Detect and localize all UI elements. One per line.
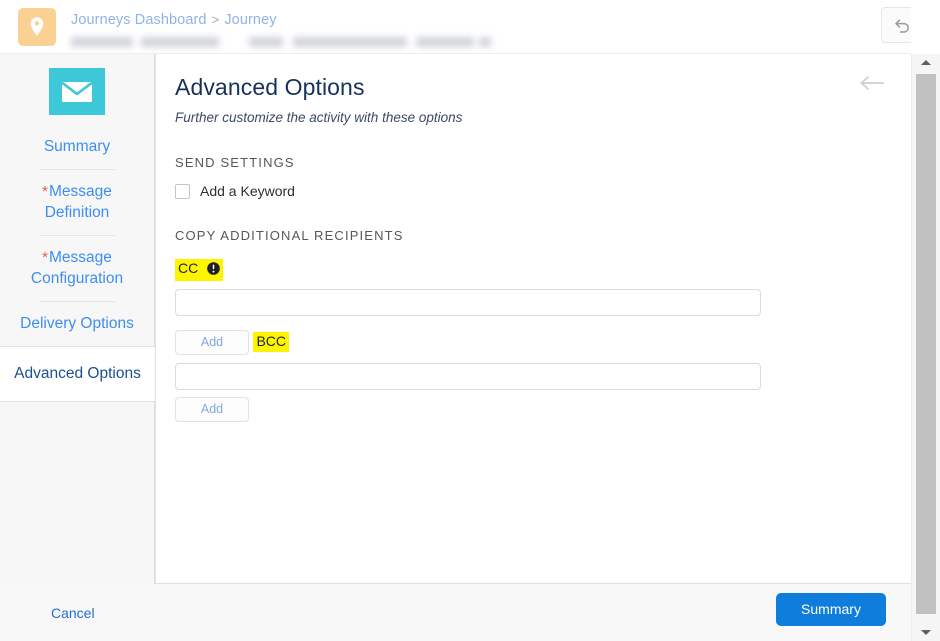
sidebar-item-message-definition[interactable]: *Message Definition bbox=[0, 170, 154, 235]
bcc-input[interactable] bbox=[175, 363, 761, 390]
info-circle-icon[interactable] bbox=[207, 262, 220, 279]
add-keyword-label: Add a Keyword bbox=[200, 183, 295, 199]
required-marker: * bbox=[42, 183, 48, 200]
envelope-icon bbox=[49, 68, 105, 115]
summary-button[interactable]: Summary bbox=[776, 593, 886, 626]
bcc-label-text: BCC bbox=[256, 333, 287, 349]
breadcrumb-separator: > bbox=[211, 12, 220, 27]
bcc-field-label: BCC bbox=[253, 332, 290, 352]
scrollbar-corner bbox=[911, 0, 940, 54]
panel-footer: Cancel Summary bbox=[0, 584, 911, 641]
scrollbar-thumb[interactable] bbox=[916, 74, 936, 614]
sidebar-item-label: Delivery Options bbox=[20, 315, 134, 332]
breadcrumb: Journeys Dashboard > Journey bbox=[71, 10, 491, 30]
activity-icon-wrapper bbox=[0, 54, 154, 125]
sidebar-item-label: Summary bbox=[43, 138, 111, 155]
scroll-down-icon[interactable] bbox=[912, 624, 940, 641]
redacted-journey-meta bbox=[71, 35, 491, 49]
advanced-options-panel: Advanced Options Further customize the a… bbox=[155, 54, 911, 584]
sidebar-item-label: Advanced Options bbox=[14, 365, 141, 382]
section-heading-send-settings: SEND SETTINGS bbox=[175, 155, 295, 170]
activity-sidebar: Summary *Message Definition *Message Con… bbox=[0, 54, 155, 641]
breadcrumb-current-journey: Journey bbox=[224, 12, 277, 28]
cancel-button[interactable]: Cancel bbox=[51, 604, 95, 622]
sidebar-item-delivery-options[interactable]: Delivery Options bbox=[0, 302, 154, 346]
page-subtitle: Further customize the activity with thes… bbox=[175, 110, 463, 125]
arrow-left-icon[interactable] bbox=[859, 74, 885, 94]
breadcrumb-area: Journeys Dashboard > Journey bbox=[71, 8, 491, 49]
scroll-up-icon[interactable] bbox=[912, 54, 940, 71]
sidebar-filler bbox=[0, 402, 154, 542]
cc-add-button[interactable]: Add bbox=[175, 330, 249, 355]
page-title: Advanced Options bbox=[175, 74, 365, 100]
top-header-bar: Journeys Dashboard > Journey bbox=[0, 0, 940, 54]
location-pin-icon bbox=[18, 8, 56, 46]
cc-field-label: CC bbox=[175, 259, 224, 281]
cc-input[interactable] bbox=[175, 289, 761, 316]
header-content: Journeys Dashboard > Journey bbox=[18, 8, 491, 49]
add-keyword-checkbox[interactable] bbox=[175, 183, 190, 199]
breadcrumb-link-dashboard[interactable]: Journeys Dashboard bbox=[71, 12, 207, 28]
sidebar-item-message-configuration[interactable]: *Message Configuration bbox=[0, 236, 154, 301]
bcc-add-button[interactable]: Add bbox=[175, 397, 249, 422]
required-marker: * bbox=[42, 249, 48, 266]
section-heading-copy-additional-recipients: COPY ADDITIONAL RECIPIENTS bbox=[175, 228, 404, 243]
sidebar-item-label: Message Definition bbox=[44, 183, 112, 221]
page-scrollbar[interactable] bbox=[911, 54, 940, 641]
sidebar-item-summary[interactable]: Summary bbox=[0, 125, 154, 169]
workspace: Summary *Message Definition *Message Con… bbox=[0, 54, 911, 641]
add-keyword-row[interactable]: Add a Keyword bbox=[175, 182, 889, 200]
cc-label-text: CC bbox=[178, 260, 199, 276]
application-window: Journeys Dashboard > Journey Summary *Me… bbox=[0, 0, 940, 641]
sidebar-item-advanced-options[interactable]: Advanced Options bbox=[0, 346, 155, 402]
